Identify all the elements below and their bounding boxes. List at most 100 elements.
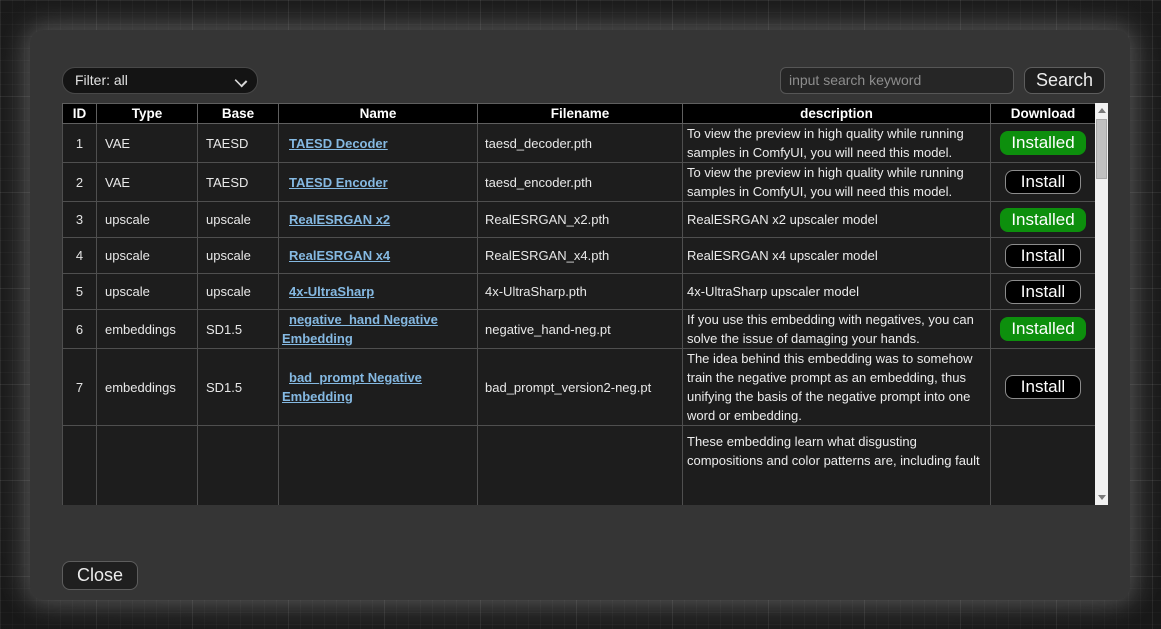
cell-type: upscale xyxy=(97,274,198,310)
cell-id: 5 xyxy=(63,274,97,310)
column-header-filename: Filename xyxy=(478,104,683,124)
cell-name: bad_prompt Negative Embedding xyxy=(279,349,478,426)
cell-dl: Install xyxy=(991,274,1096,310)
install-button[interactable]: Install xyxy=(1005,244,1081,268)
model-table-clip: IDTypeBaseNameFilenamedescriptionDownloa… xyxy=(62,103,1095,505)
scrollbar-thumb[interactable] xyxy=(1096,119,1107,179)
cell-dl xyxy=(991,426,1096,506)
model-table: IDTypeBaseNameFilenamedescriptionDownloa… xyxy=(62,103,1095,505)
installed-button[interactable]: Installed xyxy=(1000,131,1085,155)
arrow-up-icon xyxy=(1098,108,1106,113)
model-name-link[interactable]: TAESD Decoder xyxy=(289,136,388,151)
cell-type: embeddings xyxy=(97,310,198,349)
install-button[interactable]: Install xyxy=(1005,170,1081,194)
model-name-link[interactable]: negative_hand Negative Embedding xyxy=(282,312,438,346)
cell-base: SD1.5 xyxy=(198,349,279,426)
column-header-download: Download xyxy=(991,104,1096,124)
cell-file: bad_prompt_version2-neg.pt xyxy=(478,349,683,426)
cell-dl: Installed xyxy=(991,310,1096,349)
cell-dl: Install xyxy=(991,349,1096,426)
cell-desc: The idea behind this embedding was to so… xyxy=(683,349,991,426)
cell-name: 4x-UltraSharp xyxy=(279,274,478,310)
model-manager-dialog: Filter: all Search IDTypeBaseNameFilenam… xyxy=(30,30,1130,600)
column-header-description: description xyxy=(683,104,991,124)
cell-name: RealESRGAN x2 xyxy=(279,202,478,238)
cell-id xyxy=(63,426,97,506)
cell-file: negative_hand-neg.pt xyxy=(478,310,683,349)
toolbar: Filter: all Search xyxy=(62,66,1105,94)
cell-base xyxy=(198,426,279,506)
scrollbar-down-button[interactable] xyxy=(1095,490,1108,505)
table-row: These embedding learn what disgusting co… xyxy=(63,426,1096,506)
search-input[interactable] xyxy=(780,67,1014,94)
model-table-container: IDTypeBaseNameFilenamedescriptionDownloa… xyxy=(62,103,1108,505)
table-row: 6embeddingsSD1.5negative_hand Negative E… xyxy=(63,310,1096,349)
cell-desc: To view the preview in high quality whil… xyxy=(683,163,991,202)
table-row: 3upscaleupscaleRealESRGAN x2RealESRGAN_x… xyxy=(63,202,1096,238)
column-header-base: Base xyxy=(198,104,279,124)
cell-id: 1 xyxy=(63,124,97,163)
model-name-link[interactable]: bad_prompt Negative Embedding xyxy=(282,370,422,404)
cell-base: TAESD xyxy=(198,163,279,202)
cell-id: 4 xyxy=(63,238,97,274)
cell-id: 3 xyxy=(63,202,97,238)
search-button[interactable]: Search xyxy=(1024,67,1105,94)
cell-name: negative_hand Negative Embedding xyxy=(279,310,478,349)
column-header-type: Type xyxy=(97,104,198,124)
cell-base: upscale xyxy=(198,202,279,238)
cell-dl: Install xyxy=(991,238,1096,274)
table-row: 5upscaleupscale4x-UltraSharp4x-UltraShar… xyxy=(63,274,1096,310)
cell-base: TAESD xyxy=(198,124,279,163)
cell-type: upscale xyxy=(97,238,198,274)
table-row: 1VAETAESD TAESD Decoder taesd_decoder.pthT… xyxy=(63,124,1096,163)
model-name-link[interactable]: RealESRGAN x4 xyxy=(289,248,390,263)
cell-file: taesd_decoder.pth xyxy=(478,124,683,163)
cell-desc: 4x-UltraSharp upscaler model xyxy=(683,274,991,310)
cell-name: TAESD Decoder xyxy=(279,124,478,163)
scrollbar-up-button[interactable] xyxy=(1095,103,1108,118)
cell-desc: These embedding learn what disgusting co… xyxy=(683,426,991,506)
cell-base: SD1.5 xyxy=(198,310,279,349)
cell-type: upscale xyxy=(97,202,198,238)
installed-button[interactable]: Installed xyxy=(1000,317,1085,341)
arrow-down-icon xyxy=(1098,495,1106,500)
cell-desc: RealESRGAN x2 upscaler model xyxy=(683,202,991,238)
cell-desc: To view the preview in high quality whil… xyxy=(683,124,991,163)
install-button[interactable]: Install xyxy=(1005,280,1081,304)
cell-id: 6 xyxy=(63,310,97,349)
cell-id: 2 xyxy=(63,163,97,202)
model-name-link[interactable]: RealESRGAN x2 xyxy=(289,212,390,227)
cell-base: upscale xyxy=(198,238,279,274)
filter-select[interactable]: Filter: all xyxy=(62,67,258,94)
cell-file xyxy=(478,426,683,506)
cell-dl: Installed xyxy=(991,124,1096,163)
search-group: Search xyxy=(780,67,1105,94)
cell-file: taesd_encoder.pth xyxy=(478,163,683,202)
cell-file: RealESRGAN_x2.pth xyxy=(478,202,683,238)
cell-type: embeddings xyxy=(97,349,198,426)
cell-dl: Install xyxy=(991,163,1096,202)
model-name-link[interactable]: 4x-UltraSharp xyxy=(289,284,374,299)
table-header-row: IDTypeBaseNameFilenamedescriptionDownloa… xyxy=(63,104,1096,124)
column-header-name: Name xyxy=(279,104,478,124)
cell-desc: If you use this embedding with negatives… xyxy=(683,310,991,349)
cell-dl: Installed xyxy=(991,202,1096,238)
cell-type xyxy=(97,426,198,506)
cell-type: VAE xyxy=(97,124,198,163)
installed-button[interactable]: Installed xyxy=(1000,208,1085,232)
install-button[interactable]: Install xyxy=(1005,375,1081,399)
column-header-id: ID xyxy=(63,104,97,124)
cell-name xyxy=(279,426,478,506)
cell-file: RealESRGAN_x4.pth xyxy=(478,238,683,274)
model-table-body: 1VAETAESDTAESD Decodertaesd_decoder.pthT… xyxy=(63,124,1096,506)
table-row: 2VAETAESDTAESD Encodertaesd_encoder.pthT… xyxy=(63,163,1096,202)
table-row: 7embeddingsSD1.5bad_prompt Negative Embe… xyxy=(63,349,1096,426)
table-scrollbar[interactable] xyxy=(1095,103,1108,505)
close-button[interactable]: Close xyxy=(62,561,138,590)
cell-desc: RealESRGAN x4 upscaler model xyxy=(683,238,991,274)
cell-name: TAESD Encoder xyxy=(279,163,478,202)
cell-name: RealESRGAN x4 xyxy=(279,238,478,274)
cell-base: upscale xyxy=(198,274,279,310)
model-name-link[interactable]: TAESD Encoder xyxy=(289,175,388,190)
filter-select-wrap: Filter: all xyxy=(62,67,258,94)
